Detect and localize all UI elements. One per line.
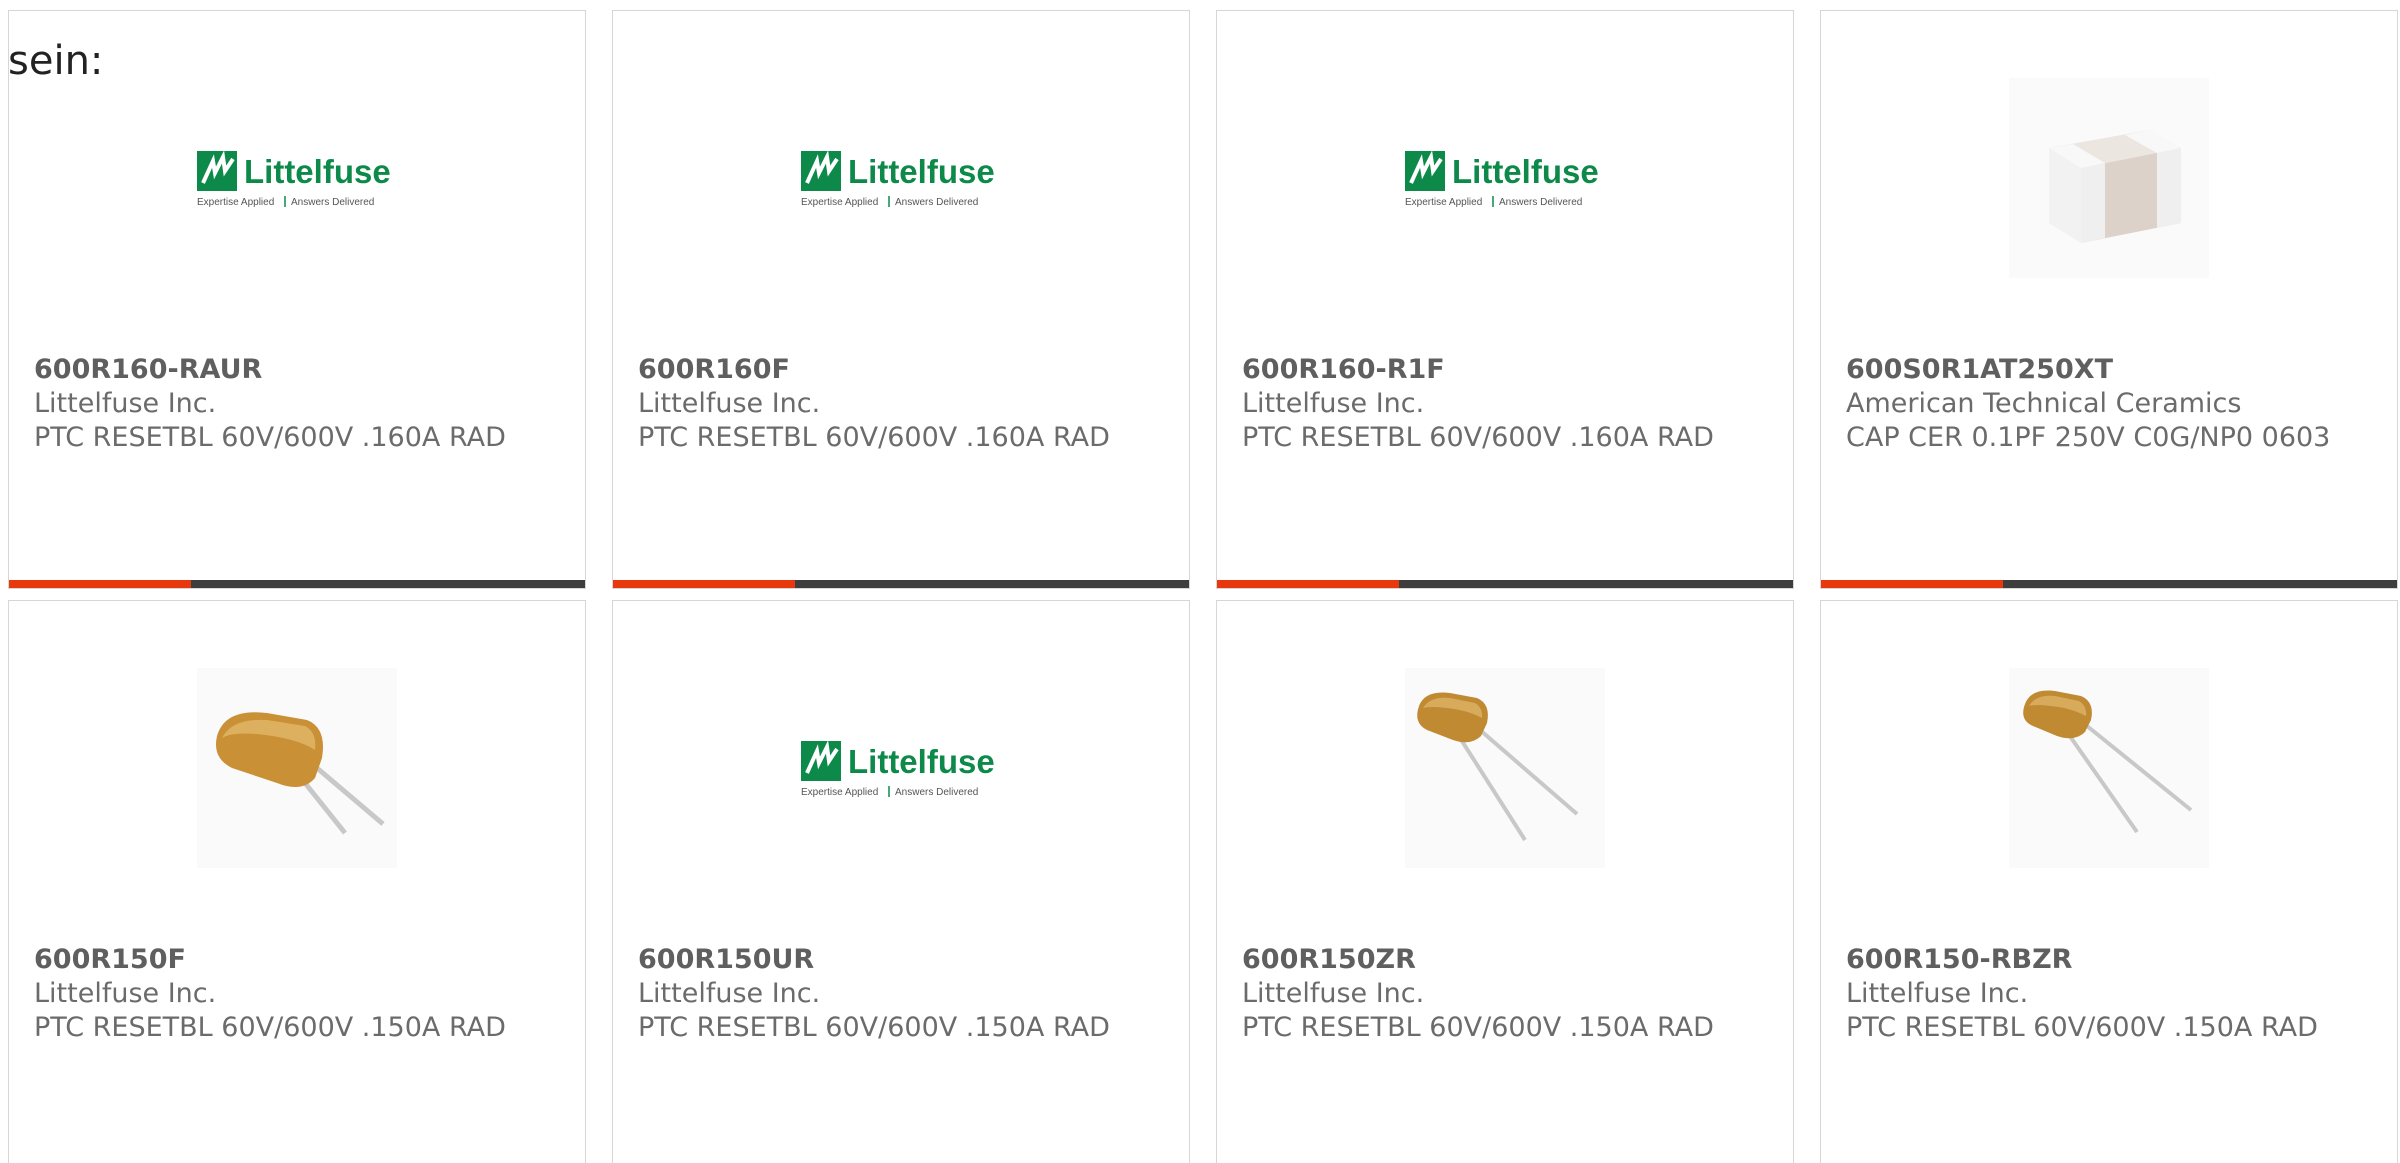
manufacturer: Littelfuse Inc. (1242, 978, 1425, 1009)
manufacturer: Littelfuse Inc. (638, 388, 821, 419)
page: sein: Littelfuse Expertise Applied Answe… (0, 0, 2400, 1163)
svg-text:Answers Delivered: Answers Delivered (291, 197, 374, 208)
svg-text:Littelfuse: Littelfuse (1452, 153, 1599, 190)
product-image (2009, 78, 2209, 278)
product-info: 600S0R1AT250XT American Technical Cerami… (1846, 353, 2377, 455)
description: PTC RESETBL 60V/600V .150A RAD (34, 1012, 506, 1043)
card-accent (613, 580, 795, 588)
manufacturer: Littelfuse Inc. (1242, 388, 1425, 419)
product-info: 600R150F Littelfuse Inc. PTC RESETBL 60V… (34, 943, 565, 1045)
card-accent (9, 580, 191, 588)
description: CAP CER 0.1PF 250V C0G/NP0 0603 (1846, 422, 2331, 453)
littelfuse-logo-icon: Littelfuse Expertise Applied Answers Del… (1405, 150, 1599, 208)
radial-ptc-icon (197, 668, 397, 868)
svg-text:Answers Delivered: Answers Delivered (895, 787, 978, 798)
product-grid: Littelfuse Expertise Applied Answers Del… (8, 10, 2398, 1163)
description: PTC RESETBL 60V/600V .160A RAD (638, 422, 1110, 453)
radial-ptc-icon (2009, 668, 2209, 868)
manufacturer: Littelfuse Inc. (34, 388, 217, 419)
svg-text:Answers Delivered: Answers Delivered (895, 197, 978, 208)
intro-text: sein: (8, 38, 104, 84)
product-info: 600R150UR Littelfuse Inc. PTC RESETBL 60… (638, 943, 1169, 1045)
svg-text:Expertise Applied: Expertise Applied (801, 787, 878, 798)
product-image: Littelfuse Expertise Applied Answers Del… (801, 78, 1001, 278)
product-image (2009, 668, 2209, 868)
svg-text:Littelfuse: Littelfuse (244, 153, 391, 190)
product-card[interactable]: Littelfuse Expertise Applied Answers Del… (612, 10, 1190, 589)
product-card[interactable]: 600R150ZR Littelfuse Inc. PTC RESETBL 60… (1216, 600, 1794, 1163)
description: PTC RESETBL 60V/600V .150A RAD (1846, 1012, 2318, 1043)
product-card[interactable]: 600R150F Littelfuse Inc. PTC RESETBL 60V… (8, 600, 586, 1163)
part-number[interactable]: 600R150F (34, 943, 565, 977)
manufacturer: Littelfuse Inc. (34, 978, 217, 1009)
smd-capacitor-icon (2009, 78, 2209, 278)
manufacturer: American Technical Ceramics (1846, 388, 2242, 419)
part-number[interactable]: 600R150-RBZR (1846, 943, 2377, 977)
card-bottom-bar (1821, 580, 2397, 588)
svg-text:Expertise Applied: Expertise Applied (1405, 197, 1482, 208)
svg-text:Littelfuse: Littelfuse (848, 153, 995, 190)
card-accent (1821, 580, 2003, 588)
part-number[interactable]: 600R160-R1F (1242, 353, 1773, 387)
svg-text:Answers Delivered: Answers Delivered (1499, 197, 1582, 208)
product-image: Littelfuse Expertise Applied Answers Del… (801, 668, 1001, 868)
product-info: 600R150ZR Littelfuse Inc. PTC RESETBL 60… (1242, 943, 1773, 1045)
description: PTC RESETBL 60V/600V .160A RAD (1242, 422, 1714, 453)
product-info: 600R160F Littelfuse Inc. PTC RESETBL 60V… (638, 353, 1169, 455)
littelfuse-logo-icon: Littelfuse Expertise Applied Answers Del… (197, 150, 391, 208)
card-bottom-bar (613, 580, 1189, 588)
product-card[interactable]: Littelfuse Expertise Applied Answers Del… (612, 600, 1190, 1163)
product-card[interactable]: Littelfuse Expertise Applied Answers Del… (8, 10, 586, 589)
manufacturer: Littelfuse Inc. (1846, 978, 2029, 1009)
svg-text:Littelfuse: Littelfuse (848, 743, 995, 780)
product-card[interactable]: Littelfuse Expertise Applied Answers Del… (1216, 10, 1794, 589)
product-info: 600R160-RAUR Littelfuse Inc. PTC RESETBL… (34, 353, 565, 455)
product-card[interactable]: 600S0R1AT250XT American Technical Cerami… (1820, 10, 2398, 589)
part-number[interactable]: 600S0R1AT250XT (1846, 353, 2377, 387)
product-info: 600R160-R1F Littelfuse Inc. PTC RESETBL … (1242, 353, 1773, 455)
part-number[interactable]: 600R160F (638, 353, 1169, 387)
product-image (1405, 668, 1605, 868)
card-bottom-bar (1217, 580, 1793, 588)
part-number[interactable]: 600R150ZR (1242, 943, 1773, 977)
product-info: 600R150-RBZR Littelfuse Inc. PTC RESETBL… (1846, 943, 2377, 1045)
svg-text:Expertise Applied: Expertise Applied (197, 197, 274, 208)
product-image (197, 668, 397, 868)
description: PTC RESETBL 60V/600V .160A RAD (34, 422, 506, 453)
description: PTC RESETBL 60V/600V .150A RAD (1242, 1012, 1714, 1043)
product-image: Littelfuse Expertise Applied Answers Del… (197, 78, 397, 278)
description: PTC RESETBL 60V/600V .150A RAD (638, 1012, 1110, 1043)
littelfuse-logo-icon: Littelfuse Expertise Applied Answers Del… (801, 740, 995, 798)
card-accent (1217, 580, 1399, 588)
product-image: Littelfuse Expertise Applied Answers Del… (1405, 78, 1605, 278)
littelfuse-logo-icon: Littelfuse Expertise Applied Answers Del… (801, 150, 995, 208)
radial-ptc-icon (1405, 668, 1605, 868)
part-number[interactable]: 600R150UR (638, 943, 1169, 977)
part-number[interactable]: 600R160-RAUR (34, 353, 565, 387)
manufacturer: Littelfuse Inc. (638, 978, 821, 1009)
card-bottom-bar (9, 580, 585, 588)
svg-text:Expertise Applied: Expertise Applied (801, 197, 878, 208)
product-card[interactable]: 600R150-RBZR Littelfuse Inc. PTC RESETBL… (1820, 600, 2398, 1163)
